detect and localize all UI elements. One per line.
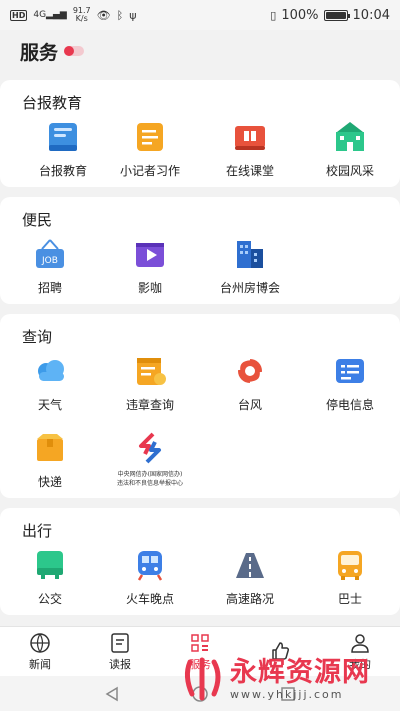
section-title: 出行 (22, 522, 53, 540)
service-item-power-outage[interactable]: 停电信息 (300, 354, 400, 413)
bus-stop-icon (33, 548, 67, 582)
watermark: 永辉资源网 www.yhkjjj.com (180, 648, 398, 710)
network-speed-unit: K/s (75, 14, 88, 23)
section-title: 查询 (22, 328, 53, 346)
eye-icon: 👁 (96, 8, 111, 22)
service-label: 火车晚点 (125, 592, 174, 606)
service-label: 台州房博会 (219, 281, 280, 295)
tab-newspaper[interactable]: 读报 (80, 627, 160, 676)
typhoon-icon (233, 354, 267, 388)
back-icon[interactable] (103, 685, 121, 703)
mode-toggle[interactable] (64, 46, 85, 56)
section-convenience: 便民 JOB 招聘 影咖 台州房博会 (0, 197, 400, 304)
highway-icon (233, 548, 267, 582)
section-travel: 出行 公交 火车晚点 高速路况 巴士 (0, 508, 400, 615)
report-center-icon (133, 431, 167, 465)
school-icon (333, 120, 367, 154)
page-title: 服务 (20, 41, 59, 64)
traffic-ticket-icon (133, 354, 167, 388)
network-speed: 91.7 K/s (73, 7, 91, 23)
news-icon (30, 632, 50, 653)
notepad-icon (133, 120, 167, 154)
report-center-caption-line1: 中央网信办(国家网信办) (117, 471, 183, 478)
cloud-icon (33, 354, 67, 388)
service-label: 天气 (37, 398, 62, 412)
section-education: 台报教育 台报教育 小记者习作 在线课堂 校园风采 (0, 80, 400, 187)
service-item-online-class[interactable]: 在线课堂 (200, 120, 300, 179)
service-item-jobs[interactable]: JOB 招聘 (0, 237, 100, 296)
service-label: 公交 (37, 592, 62, 606)
battery-percent: 100% (281, 7, 319, 23)
service-item-housing-fair[interactable]: 台州房博会 (200, 237, 300, 296)
open-book-icon (233, 120, 267, 154)
vibrate-icon: ▯ (270, 8, 277, 22)
service-item-report-center[interactable]: 中央网信办(国家网信办) 违法和不良信息举报中心 (100, 431, 200, 487)
watermark-url: www.yhkjjj.com (230, 687, 344, 701)
service-item-highway[interactable]: 高速路况 (200, 548, 300, 607)
service-item-public-transit[interactable]: 公交 (0, 548, 100, 607)
hd-badge: HD (10, 9, 28, 21)
train-icon (133, 548, 167, 582)
package-icon (33, 431, 67, 465)
service-label: 台报教育 (38, 164, 87, 178)
tab-news[interactable]: 新闻 (0, 627, 80, 676)
clock: 10:04 (352, 7, 390, 23)
power-outage-icon (333, 354, 367, 388)
service-item-cinema[interactable]: 影咖 (100, 237, 200, 296)
building-icon (233, 237, 267, 271)
job-sign-icon: JOB (33, 237, 67, 271)
service-item-campus[interactable]: 校园风采 (300, 120, 400, 179)
service-item-traffic-violation[interactable]: 违章查询 (100, 354, 200, 413)
watermark-logo (184, 657, 221, 701)
service-label: 影咖 (137, 281, 162, 295)
film-icon (133, 237, 167, 271)
bus-icon (333, 548, 367, 582)
newspaper-icon (111, 632, 129, 653)
signal-icon: 4G▂▄▆ (33, 10, 67, 20)
service-item-weather[interactable]: 天气 (0, 354, 100, 413)
network-type: 4G (33, 10, 47, 20)
section-query: 查询 天气 违章查询 台风 停电信息 快递 中央网信办(国家网信办) 违法和不良… (0, 314, 400, 498)
page-header: 服务 (0, 30, 400, 72)
service-item-express[interactable]: 快递 (0, 431, 100, 490)
watermark-title: 永辉资源网 (230, 656, 370, 688)
bluetooth-icon: ᛒ (116, 8, 124, 22)
tab-label: 读报 (109, 657, 131, 671)
battery-level (325, 11, 346, 19)
battery-icon (323, 9, 350, 21)
service-label: 巴士 (337, 592, 362, 606)
section-title: 便民 (22, 211, 53, 229)
book-icon (46, 120, 80, 154)
service-label: 违章查询 (125, 398, 174, 412)
service-label: 高速路况 (225, 592, 274, 606)
service-label: 快递 (37, 475, 62, 489)
service-item-young-reporter[interactable]: 小记者习作 (100, 120, 200, 179)
section-title: 台报教育 (22, 94, 83, 112)
service-label: 校园风采 (325, 164, 374, 178)
usb-icon: ψ (129, 8, 137, 22)
tab-label: 新闻 (29, 657, 51, 671)
service-label: 招聘 (37, 281, 62, 295)
service-item-typhoon[interactable]: 台风 (200, 354, 300, 413)
service-label: 停电信息 (325, 398, 374, 412)
service-item-education[interactable]: 台报教育 (13, 120, 113, 179)
service-label: 台风 (237, 398, 262, 412)
status-bar: HD 4G▂▄▆ 91.7 K/s 👁 ᛒ ψ ▯ 100% 10:04 (0, 0, 400, 30)
svg-text:JOB: JOB (41, 256, 58, 266)
service-item-bus[interactable]: 巴士 (300, 548, 400, 607)
report-center-caption-line2: 违法和不良信息举报中心 (116, 480, 183, 487)
service-label: 在线课堂 (225, 164, 274, 178)
service-item-train-delay[interactable]: 火车晚点 (100, 548, 200, 607)
service-label: 小记者习作 (119, 164, 180, 178)
